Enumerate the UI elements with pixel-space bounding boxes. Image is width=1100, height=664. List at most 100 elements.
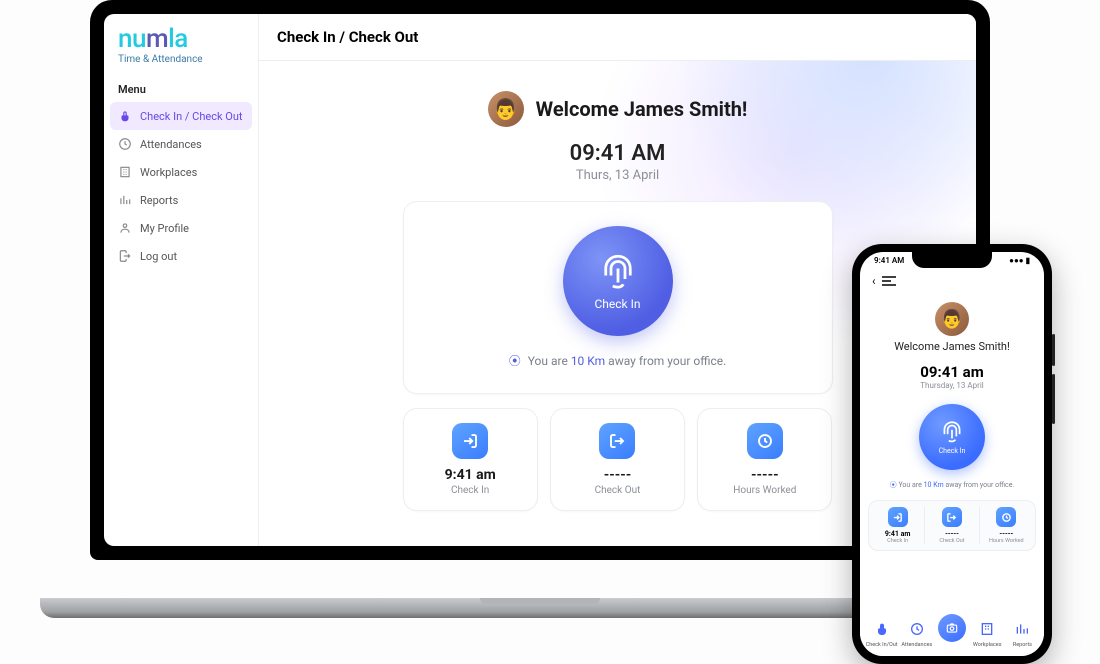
nav-item-workplaces[interactable]: Workplaces [970,618,1005,648]
phone-stat-checkin[interactable]: 9:41 am Check In [871,507,925,544]
phone-date: Thursday, 13 April [860,381,1044,390]
status-icons: ●●● ▮ [1009,256,1030,265]
nav-item-checkin[interactable]: Check In/Out [864,618,899,648]
stat-value: ----- [982,530,1031,538]
camera-icon [938,614,966,642]
status-time: 9:41 AM [874,256,904,265]
distance-km: 10 Km [924,481,944,489]
stat-value: ----- [927,530,976,538]
menu-header: Menu [104,69,258,102]
stat-label: Check Out [565,485,670,496]
menu-item-reports[interactable]: Reports [104,186,258,214]
clock-time: 09:41 AM [259,141,976,166]
menu-item-checkin[interactable]: Check In / Check Out [110,102,252,130]
menu-item-label: Check In / Check Out [140,110,243,123]
phone-stats: 9:41 am Check In ----- Check Out ----- H… [868,500,1036,551]
menu-item-label: Workplaces [140,166,197,179]
avatar: 👨 [488,91,524,127]
distance-prefix: You are [528,354,571,368]
distance-suffix: away from your office. [944,481,1015,489]
phone-clock: 09:41 am Thursday, 13 April [860,363,1044,390]
nav-label: Check In/Out [864,642,899,648]
pin-icon: ⦿ [509,354,521,368]
nav-label: Reports [1005,642,1040,648]
clock-date: Thurs, 13 April [259,168,976,183]
distance-text: ⦿ You are 10 Km away from your office. [428,352,808,369]
welcome-text: Welcome James Smith! [536,97,748,121]
nav-label: Attendances [899,642,934,648]
building-icon [118,165,132,179]
distance-km: 10 Km [571,354,605,368]
pin-icon: ⦿ [890,481,897,489]
brand: numla Time & Attendance [104,24,258,69]
fingerprint-icon [597,251,639,293]
menu-item-profile[interactable]: My Profile [104,214,258,242]
clock-icon [996,507,1016,527]
clock: 09:41 AM Thurs, 13 April [259,141,976,183]
stat-label: Hours Worked [712,485,817,496]
fingerprint-icon [939,419,965,445]
stat-hours[interactable]: ----- Hours Worked [697,408,832,511]
logout-icon [942,507,962,527]
menu-item-workplaces[interactable]: Workplaces [104,158,258,186]
clock-icon [906,618,928,640]
chart-icon [1011,618,1033,640]
stat-value: 9:41 am [873,530,922,538]
brand-subtitle: Time & Attendance [118,54,244,65]
building-icon [976,618,998,640]
phone-notch [912,252,992,268]
menu-item-logout[interactable]: Log out [104,242,258,270]
nav-item-camera[interactable] [934,618,969,648]
phone-bottom-nav: Check In/Out Attendances Workplaces Repo… [860,612,1044,656]
sidebar: numla Time & Attendance Menu Check In / … [104,14,259,546]
distance-prefix: You are [898,481,923,489]
logout-icon [118,249,132,263]
menu-item-label: Reports [140,194,178,207]
distance-suffix: away from your office. [605,354,726,368]
back-icon[interactable]: ‹ [872,274,876,288]
phone-checkin-button[interactable]: Check In [919,404,985,470]
user-icon [118,221,132,235]
checkin-card: Check In ⦿ You are 10 Km away from your … [403,201,833,394]
tap-icon [871,618,893,640]
phone-time: 09:41 am [860,363,1044,381]
phone-distance: ⦿ You are 10 Km away from your office. [860,480,1044,490]
login-icon [452,423,488,459]
checkin-button-label: Check In [594,297,640,311]
nav-item-reports[interactable]: Reports [1005,618,1040,648]
clock-icon [747,423,783,459]
phone-checkin-label: Check In [939,447,966,455]
stat-label: Hours Worked [982,538,1031,544]
phone-stat-hours[interactable]: ----- Hours Worked [980,507,1033,544]
stats-row: 9:41 am Check In ----- Check Out ----- H… [403,408,833,511]
phone-welcome: Welcome James Smith! [860,340,1044,353]
stat-checkout[interactable]: ----- Check Out [550,408,685,511]
page-title: Check In / Check Out [259,14,976,61]
stat-label: Check In [873,538,922,544]
nav-item-attendances[interactable]: Attendances [899,618,934,648]
tap-icon [118,109,132,123]
menu-item-label: Log out [140,250,177,263]
stat-value: 9:41 am [418,467,523,483]
nav-label: Workplaces [970,642,1005,648]
stat-label: Check In [418,485,523,496]
welcome-row: 👨 Welcome James Smith! [259,91,976,127]
phone-avatar: 👨 [935,302,969,336]
chart-icon [118,193,132,207]
brand-logo: numla [118,24,244,54]
clock-icon [118,137,132,151]
checkin-button[interactable]: Check In [563,226,673,336]
stat-value: ----- [565,467,670,483]
stat-value: ----- [712,467,817,483]
menu-item-label: Attendances [140,138,202,151]
menu-item-label: My Profile [140,222,189,235]
stat-checkin[interactable]: 9:41 am Check In [403,408,538,511]
logout-icon [599,423,635,459]
menu-item-attendances[interactable]: Attendances [104,130,258,158]
menu-icon[interactable] [882,271,896,290]
phone-frame: 9:41 AM ●●● ▮ ‹ 👨 Welcome James Smith! 0… [852,244,1052,664]
login-icon [888,507,908,527]
phone-topbar: ‹ [860,265,1044,296]
stat-label: Check Out [927,538,976,544]
phone-stat-checkout[interactable]: ----- Check Out [925,507,979,544]
